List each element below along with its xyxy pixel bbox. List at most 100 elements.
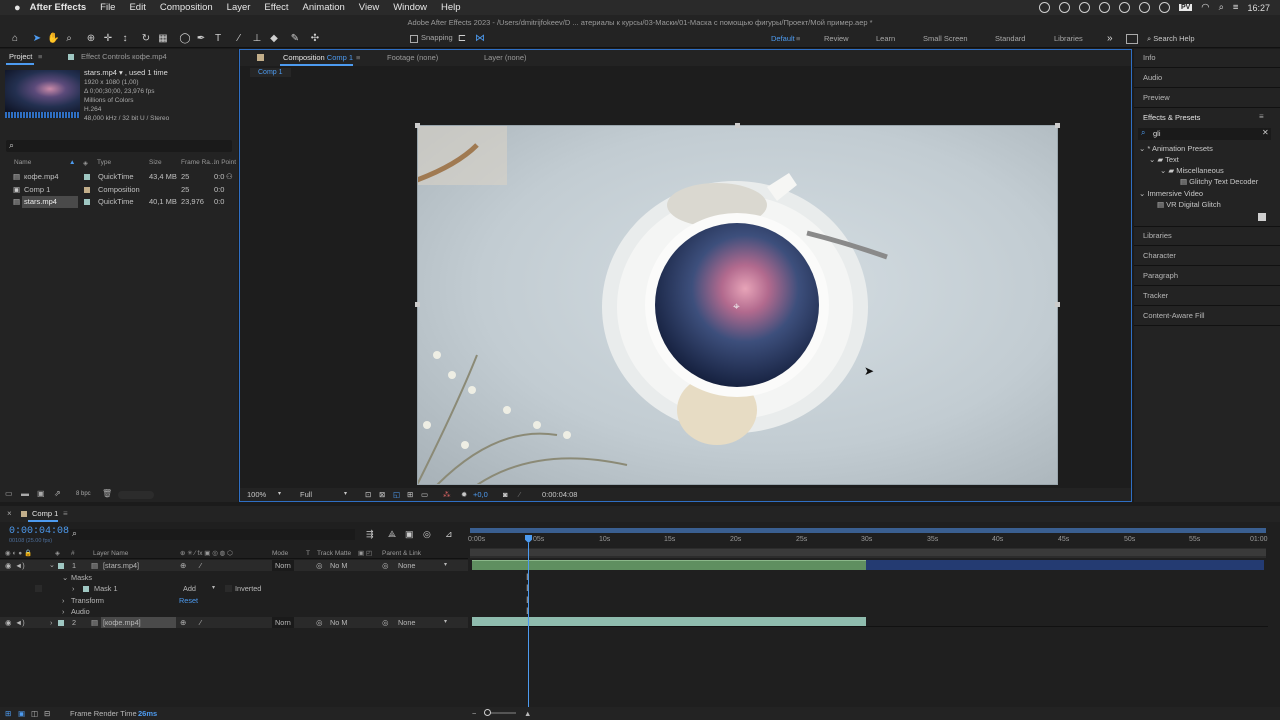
workspace-overflow[interactable]: » xyxy=(1107,30,1113,48)
panel-libraries[interactable]: Libraries xyxy=(1143,231,1172,240)
apple-icon[interactable]: ● xyxy=(14,2,21,14)
color-channel-icon[interactable]: ⁂ xyxy=(443,488,451,501)
new-comp-icon[interactable]: ▣ xyxy=(37,489,45,498)
control-center-icon[interactable]: ≡ xyxy=(1233,2,1239,13)
tab-timeline-comp[interactable]: Comp 1 xyxy=(32,509,58,518)
timeline-timecode[interactable]: 0:00:04:08 xyxy=(9,526,69,537)
matte-select[interactable]: No M xyxy=(330,617,347,628)
col-in-point[interactable]: In Point xyxy=(214,159,236,166)
panel-content-aware-fill[interactable]: Content-Aware Fill xyxy=(1143,311,1205,320)
frame-blending-icon[interactable]: ◎ xyxy=(423,529,431,540)
tree-item[interactable]: ⌄ ▰ Text xyxy=(1149,155,1179,164)
layer-row[interactable]: ◉ ◄) › 2 ▤ [кофе.mp4] ⊕ ⁄ Norn ◎ No M ◎ … xyxy=(0,617,468,628)
exposure-icon[interactable]: ✹ xyxy=(461,488,467,501)
workspace-standard[interactable]: Standard xyxy=(995,30,1025,48)
speaker-icon[interactable]: ◄) xyxy=(15,617,25,628)
label-swatch[interactable] xyxy=(84,174,90,180)
dolly-tool-icon[interactable]: ↕ xyxy=(119,33,131,45)
menu-file[interactable]: File xyxy=(100,2,115,13)
chevron-down-icon[interactable]: ⌄ xyxy=(49,560,55,571)
type-tool-icon[interactable]: T xyxy=(212,33,224,45)
label-swatch[interactable] xyxy=(58,620,64,626)
tree-item[interactable]: ⌄ Immersive Video xyxy=(1139,189,1203,198)
zoom-out-icon[interactable]: − xyxy=(472,707,476,720)
panel-character[interactable]: Character xyxy=(1143,251,1176,260)
preserve-icon[interactable]: ◎ xyxy=(316,560,322,571)
search-help[interactable]: ⌕ Search Help xyxy=(1147,33,1277,45)
layer-switches-icon[interactable]: ⊞ xyxy=(5,707,11,720)
menu-layer[interactable]: Layer xyxy=(227,2,251,13)
panel-menu-icon[interactable]: ≡ xyxy=(38,49,42,65)
panel-preview[interactable]: Preview xyxy=(1143,93,1170,102)
show-snapshot-icon[interactable]: ⁄ xyxy=(519,488,520,501)
timeline-search-input[interactable]: ⌕ xyxy=(69,528,355,540)
audio-group[interactable]: › Audio xyxy=(0,606,468,617)
layer-name[interactable]: [stars.mp4] xyxy=(103,560,139,571)
panel-menu-icon[interactable]: ≡ xyxy=(1259,112,1264,121)
matte-select[interactable]: No M xyxy=(330,560,347,571)
sort-arrow-icon[interactable]: ▲ xyxy=(69,159,75,166)
menu-edit[interactable]: Edit xyxy=(129,2,145,13)
handle[interactable] xyxy=(735,123,740,128)
chevron-right-icon[interactable]: › xyxy=(62,606,64,617)
collapse-switch-icon[interactable]: ⊕ xyxy=(180,617,186,628)
preserve-icon[interactable]: ◎ xyxy=(316,617,322,628)
panel-audio[interactable]: Audio xyxy=(1143,73,1162,82)
tab-footage[interactable]: Footage (none) xyxy=(387,50,438,66)
speaker-icon[interactable]: ◄) xyxy=(15,560,25,571)
tree-item[interactable]: ▤ Glitchy Text Decoder xyxy=(1180,177,1258,186)
project-item[interactable]: ▤ stars.mp4 QuickTime 40,1 MB 23,976 0:0 xyxy=(0,196,236,208)
quality-switch-icon[interactable]: ⁄ xyxy=(200,560,201,571)
new-bin-icon[interactable] xyxy=(1258,213,1266,221)
menu-view[interactable]: View xyxy=(359,2,379,13)
quality-switch-icon[interactable]: ⁄ xyxy=(200,617,201,628)
creative-cloud-icon[interactable] xyxy=(1098,2,1110,13)
pv-badge[interactable]: PV xyxy=(1178,4,1193,11)
menu-help[interactable]: Help xyxy=(441,2,461,13)
footage-name[interactable]: stars.mp4 ▾ , used 1 time xyxy=(84,68,168,77)
playhead-line[interactable] xyxy=(528,543,529,707)
status-icon[interactable] xyxy=(1058,2,1070,13)
interpret-footage-icon[interactable]: ▭ xyxy=(5,489,13,498)
reset-link[interactable]: Reset xyxy=(179,595,198,606)
zoom-tool-icon[interactable]: ⌕ xyxy=(63,33,75,45)
orbit-tool-icon[interactable]: ⊕ xyxy=(85,33,97,45)
pan-tool-icon[interactable]: ✛ xyxy=(102,33,114,45)
draft-3d-icon[interactable]: ⟁ xyxy=(388,529,396,540)
comp-breadcrumb[interactable]: Comp 1 xyxy=(250,68,291,77)
mode-select[interactable]: Norn xyxy=(272,617,294,628)
search-icon[interactable]: ⌕ xyxy=(1219,2,1224,13)
roto-brush-tool-icon[interactable]: ✎ xyxy=(289,33,301,45)
graph-editor-icon[interactable]: ⊿ xyxy=(445,529,453,540)
handle[interactable] xyxy=(415,302,420,307)
label-column-icon[interactable]: ◈ xyxy=(83,159,88,167)
snapshot-icon[interactable]: ◙ xyxy=(503,488,508,501)
wifi-icon[interactable]: ◠ xyxy=(1201,2,1209,13)
work-area-bar[interactable] xyxy=(470,528,1266,533)
menu-app[interactable]: After Effects xyxy=(30,2,87,13)
workspace-review[interactable]: Review xyxy=(824,30,849,48)
pickwhip-icon[interactable]: ◎ xyxy=(382,617,388,628)
mask-row[interactable]: › Mask 1 Add ▾ Inverted xyxy=(0,583,468,594)
bit-depth[interactable]: 8 bpc xyxy=(76,491,91,497)
render-time-icon[interactable]: ⊟ xyxy=(44,707,50,720)
close-icon[interactable]: ✕ xyxy=(1262,128,1269,137)
in-out-icon[interactable]: ◫ xyxy=(31,707,38,720)
pickwhip-icon[interactable]: ◎ xyxy=(382,560,388,571)
new-folder-icon[interactable]: ▬ xyxy=(21,489,29,498)
workspace-menu-icon[interactable]: ≡ xyxy=(796,30,800,48)
render-queue-icon[interactable]: ⇗ xyxy=(54,489,61,498)
tree-item[interactable]: ⌄ * Animation Presets xyxy=(1139,144,1213,153)
chevron-right-icon[interactable]: › xyxy=(62,595,64,606)
col-type[interactable]: Type xyxy=(97,159,111,166)
snap-features-icon[interactable]: ⋈ xyxy=(474,33,486,45)
workspace-default[interactable]: Default xyxy=(771,30,795,48)
chevron-down-icon[interactable]: ▾ xyxy=(444,617,447,628)
pen-icon[interactable] xyxy=(1078,2,1090,13)
hierarchy-icon[interactable]: ⚇ xyxy=(226,171,233,183)
mask-lock[interactable] xyxy=(35,585,42,592)
panel-paragraph[interactable]: Paragraph xyxy=(1143,271,1178,280)
col-track-matte[interactable]: Track Matte xyxy=(317,550,351,557)
layer-bar-stars-tail[interactable] xyxy=(866,560,1264,570)
composition-mini-flowchart-icon[interactable]: ⇶ xyxy=(366,529,374,540)
